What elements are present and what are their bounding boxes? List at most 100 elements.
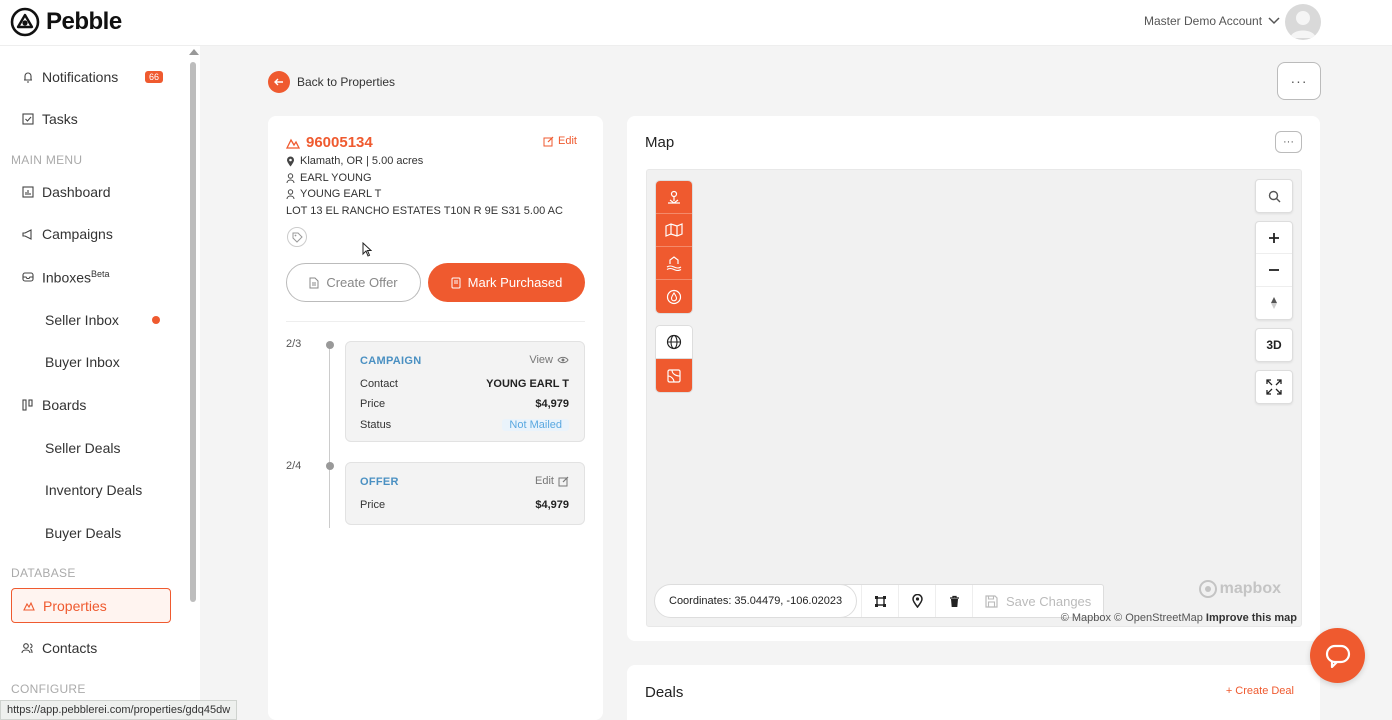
status-badge: Not Mailed <box>502 419 569 431</box>
mapbox-logo: mapbox <box>1198 580 1281 598</box>
sidebar-item-label: Inventory Deals <box>45 482 143 498</box>
back-to-properties-link[interactable]: Back to Properties <box>268 71 395 93</box>
draw-polygon-button[interactable] <box>862 585 899 617</box>
zoom-in-button[interactable] <box>1256 222 1292 255</box>
row-value: $4,979 <box>535 398 569 410</box>
map-search-button[interactable] <box>1255 179 1293 213</box>
sidebar-item-dashboard[interactable]: Dashboard <box>11 175 171 209</box>
row-key: Status <box>360 419 392 431</box>
parcel-owner-tool[interactable] <box>656 181 692 214</box>
sidebar-item-tasks[interactable]: Tasks <box>11 102 171 136</box>
property-id-text: 96005134 <box>306 134 373 151</box>
sidebar: Notifications 66 Tasks MAIN MENU Dashboa… <box>0 46 200 720</box>
campaign-status-row: Status Not Mailed <box>360 419 569 431</box>
map-canvas[interactable]: 3D Coordinates: 35.04479, -106.02023 Sav… <box>646 169 1302 627</box>
sidebar-item-properties[interactable]: Properties <box>11 588 171 623</box>
sidebar-item-seller-deals[interactable]: Seller Deals <box>11 431 171 465</box>
row-value: YOUNG EARL T <box>486 378 569 390</box>
logo[interactable]: Pebble <box>10 7 122 37</box>
house-wave-icon <box>666 256 682 271</box>
flood-zone-tool[interactable] <box>656 247 692 280</box>
row-key: Price <box>360 398 386 410</box>
main-menu-heading: MAIN MENU <box>11 153 83 167</box>
sidebar-item-contacts[interactable]: Contacts <box>11 631 171 665</box>
compass-icon <box>1271 296 1277 309</box>
avatar[interactable] <box>1285 4 1321 40</box>
delete-shape-button[interactable] <box>936 585 973 617</box>
edit-label: Edit <box>535 475 554 487</box>
fullscreen-button[interactable] <box>1255 370 1293 404</box>
help-chat-button[interactable] <box>1310 628 1365 683</box>
mapbox-text: mapbox <box>1219 580 1281 597</box>
attribution-text[interactable]: © Mapbox © OpenStreetMap <box>1061 612 1203 624</box>
open-map-icon <box>665 223 683 237</box>
top-bar: Pebble Master Demo Account <box>0 0 1392 46</box>
sidebar-item-label: Contacts <box>42 640 98 656</box>
configure-heading: CONFIGURE <box>11 682 86 696</box>
wetlands-tool[interactable] <box>656 280 692 313</box>
legal-description: LOT 13 EL RANCHO ESTATES T10N R 9E S31 5… <box>286 205 563 217</box>
deals-title: Deals <box>645 684 684 701</box>
account-switcher[interactable]: Master Demo Account <box>1144 14 1280 28</box>
sidebar-item-label: InboxesBeta <box>42 269 110 286</box>
account-name: Master Demo Account <box>1144 14 1263 28</box>
create-deal-button[interactable]: + Create Deal <box>1226 685 1294 697</box>
sidebar-item-notifications[interactable]: Notifications 66 <box>11 60 171 94</box>
sidebar-item-label: Properties <box>43 597 107 614</box>
view-campaign-link[interactable]: View <box>529 354 569 366</box>
edit-offer-link[interactable]: Edit <box>535 475 569 487</box>
edit-property-button[interactable]: Edit <box>543 135 577 147</box>
sidebar-scrollbar[interactable] <box>190 62 196 602</box>
scroll-up-arrow-icon[interactable] <box>189 49 199 55</box>
sidebar-item-campaigns[interactable]: Campaigns <box>11 217 171 251</box>
offer-title: OFFER <box>360 476 399 488</box>
edit-label: Edit <box>558 135 577 147</box>
sidebar-item-inventory-deals[interactable]: Inventory Deals <box>11 473 171 507</box>
tag-icon[interactable] <box>287 227 307 247</box>
checkbox-icon <box>21 113 34 126</box>
street-map-toggle[interactable] <box>656 359 692 392</box>
edit-icon <box>558 476 569 486</box>
timeline-dot <box>326 462 334 470</box>
board-icon <box>21 399 34 412</box>
user-avatar-icon <box>1290 11 1316 38</box>
unread-dot <box>152 316 160 324</box>
owner-name: EARL YOUNG <box>300 172 372 184</box>
map-book-tool[interactable] <box>656 214 692 247</box>
row-key: Contact <box>360 378 398 390</box>
location-text: Klamath, OR | 5.00 acres <box>300 155 424 167</box>
improve-map-link[interactable]: Improve this map <box>1206 612 1297 624</box>
page-more-button[interactable]: ··· <box>1277 62 1321 100</box>
campaign-contact-row: Contact YOUNG EARL T <box>360 378 569 390</box>
mouse-cursor-icon <box>362 242 372 257</box>
sidebar-item-label: Boards <box>42 397 87 413</box>
chevron-down-icon <box>1268 17 1280 25</box>
sidebar-item-boards[interactable]: Boards <box>11 388 171 422</box>
globe-icon <box>666 334 682 350</box>
sidebar-item-buyer-deals[interactable]: Buyer Deals <box>11 516 171 550</box>
coordinates-readout: Coordinates: 35.04479, -106.02023 <box>654 584 858 618</box>
property-owner-2: YOUNG EARL T <box>286 188 381 200</box>
sidebar-item-buyer-inbox[interactable]: Buyer Inbox <box>11 345 171 379</box>
compass-button[interactable] <box>1256 287 1292 319</box>
satellite-toggle[interactable] <box>656 326 692 359</box>
plus-icon <box>1269 232 1279 243</box>
map-layer-tools <box>655 180 693 314</box>
sidebar-item-label: Tasks <box>42 111 78 127</box>
row-key: Price <box>360 499 386 511</box>
sidebar-item-seller-inbox[interactable]: Seller Inbox <box>11 303 171 337</box>
map-more-button[interactable]: ··· <box>1275 131 1302 153</box>
inboxes-label: Inboxes <box>42 269 92 286</box>
database-heading: DATABASE <box>11 566 76 580</box>
water-drop-icon <box>666 289 682 304</box>
create-offer-button[interactable]: Create Offer <box>286 263 421 302</box>
sidebar-item-inboxes[interactable]: InboxesBeta <box>11 260 171 294</box>
map-pin-icon <box>911 594 923 608</box>
campaign-card: CAMPAIGN View Contact YOUNG EARL T Price… <box>345 341 585 442</box>
3d-toggle-button[interactable]: 3D <box>1255 328 1293 362</box>
zoom-out-button[interactable] <box>1256 254 1292 287</box>
add-marker-button[interactable] <box>899 585 936 617</box>
mark-purchased-button[interactable]: Mark Purchased <box>428 263 585 302</box>
inbox-icon <box>21 271 34 284</box>
sidebar-item-label: Notifications <box>42 69 119 85</box>
